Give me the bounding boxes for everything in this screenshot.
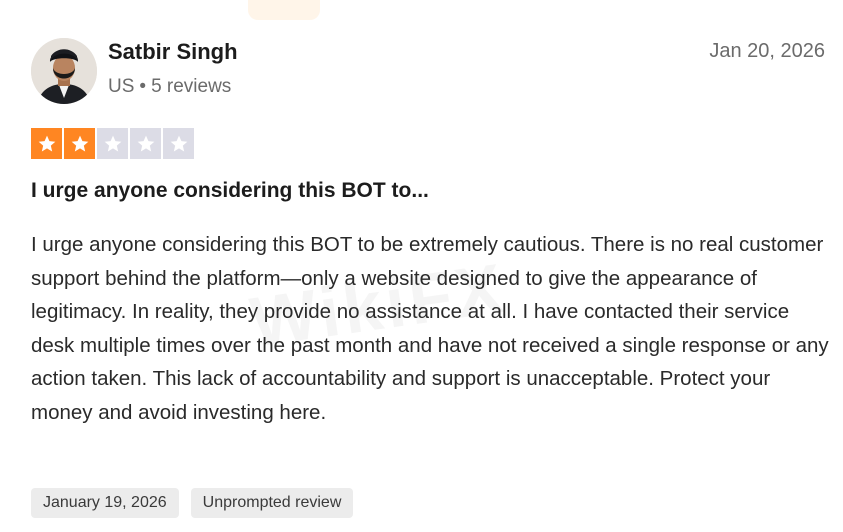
review-body: I urge anyone considering this BOT to be… <box>31 233 829 424</box>
review-title[interactable]: I urge anyone considering this BOT to... <box>31 179 429 203</box>
reviewer-name[interactable]: Satbir Singh <box>108 39 238 65</box>
review-date: Jan 20, 2026 <box>709 40 825 62</box>
watermark-logo <box>248 0 320 20</box>
star-icon <box>31 128 62 159</box>
star-rating <box>31 128 194 159</box>
reviewer-review-count: 5 reviews <box>151 76 232 97</box>
review-type-tag: Unprompted review <box>190 488 354 518</box>
meta-separator: • <box>139 76 147 97</box>
review-card: WikiFX Satbir Singh US • 5 reviews Jan 20,… <box>0 0 843 532</box>
review-tags: January 19, 2026 Unprompted review <box>31 488 354 518</box>
star-icon <box>64 128 95 159</box>
star-icon <box>130 128 161 159</box>
star-icon <box>163 128 194 159</box>
reviewer-country: US <box>108 76 135 97</box>
avatar[interactable] <box>31 38 97 104</box>
reviewer-meta: US • 5 reviews <box>108 76 231 98</box>
experience-date-tag: January 19, 2026 <box>31 488 179 518</box>
star-icon <box>97 128 128 159</box>
